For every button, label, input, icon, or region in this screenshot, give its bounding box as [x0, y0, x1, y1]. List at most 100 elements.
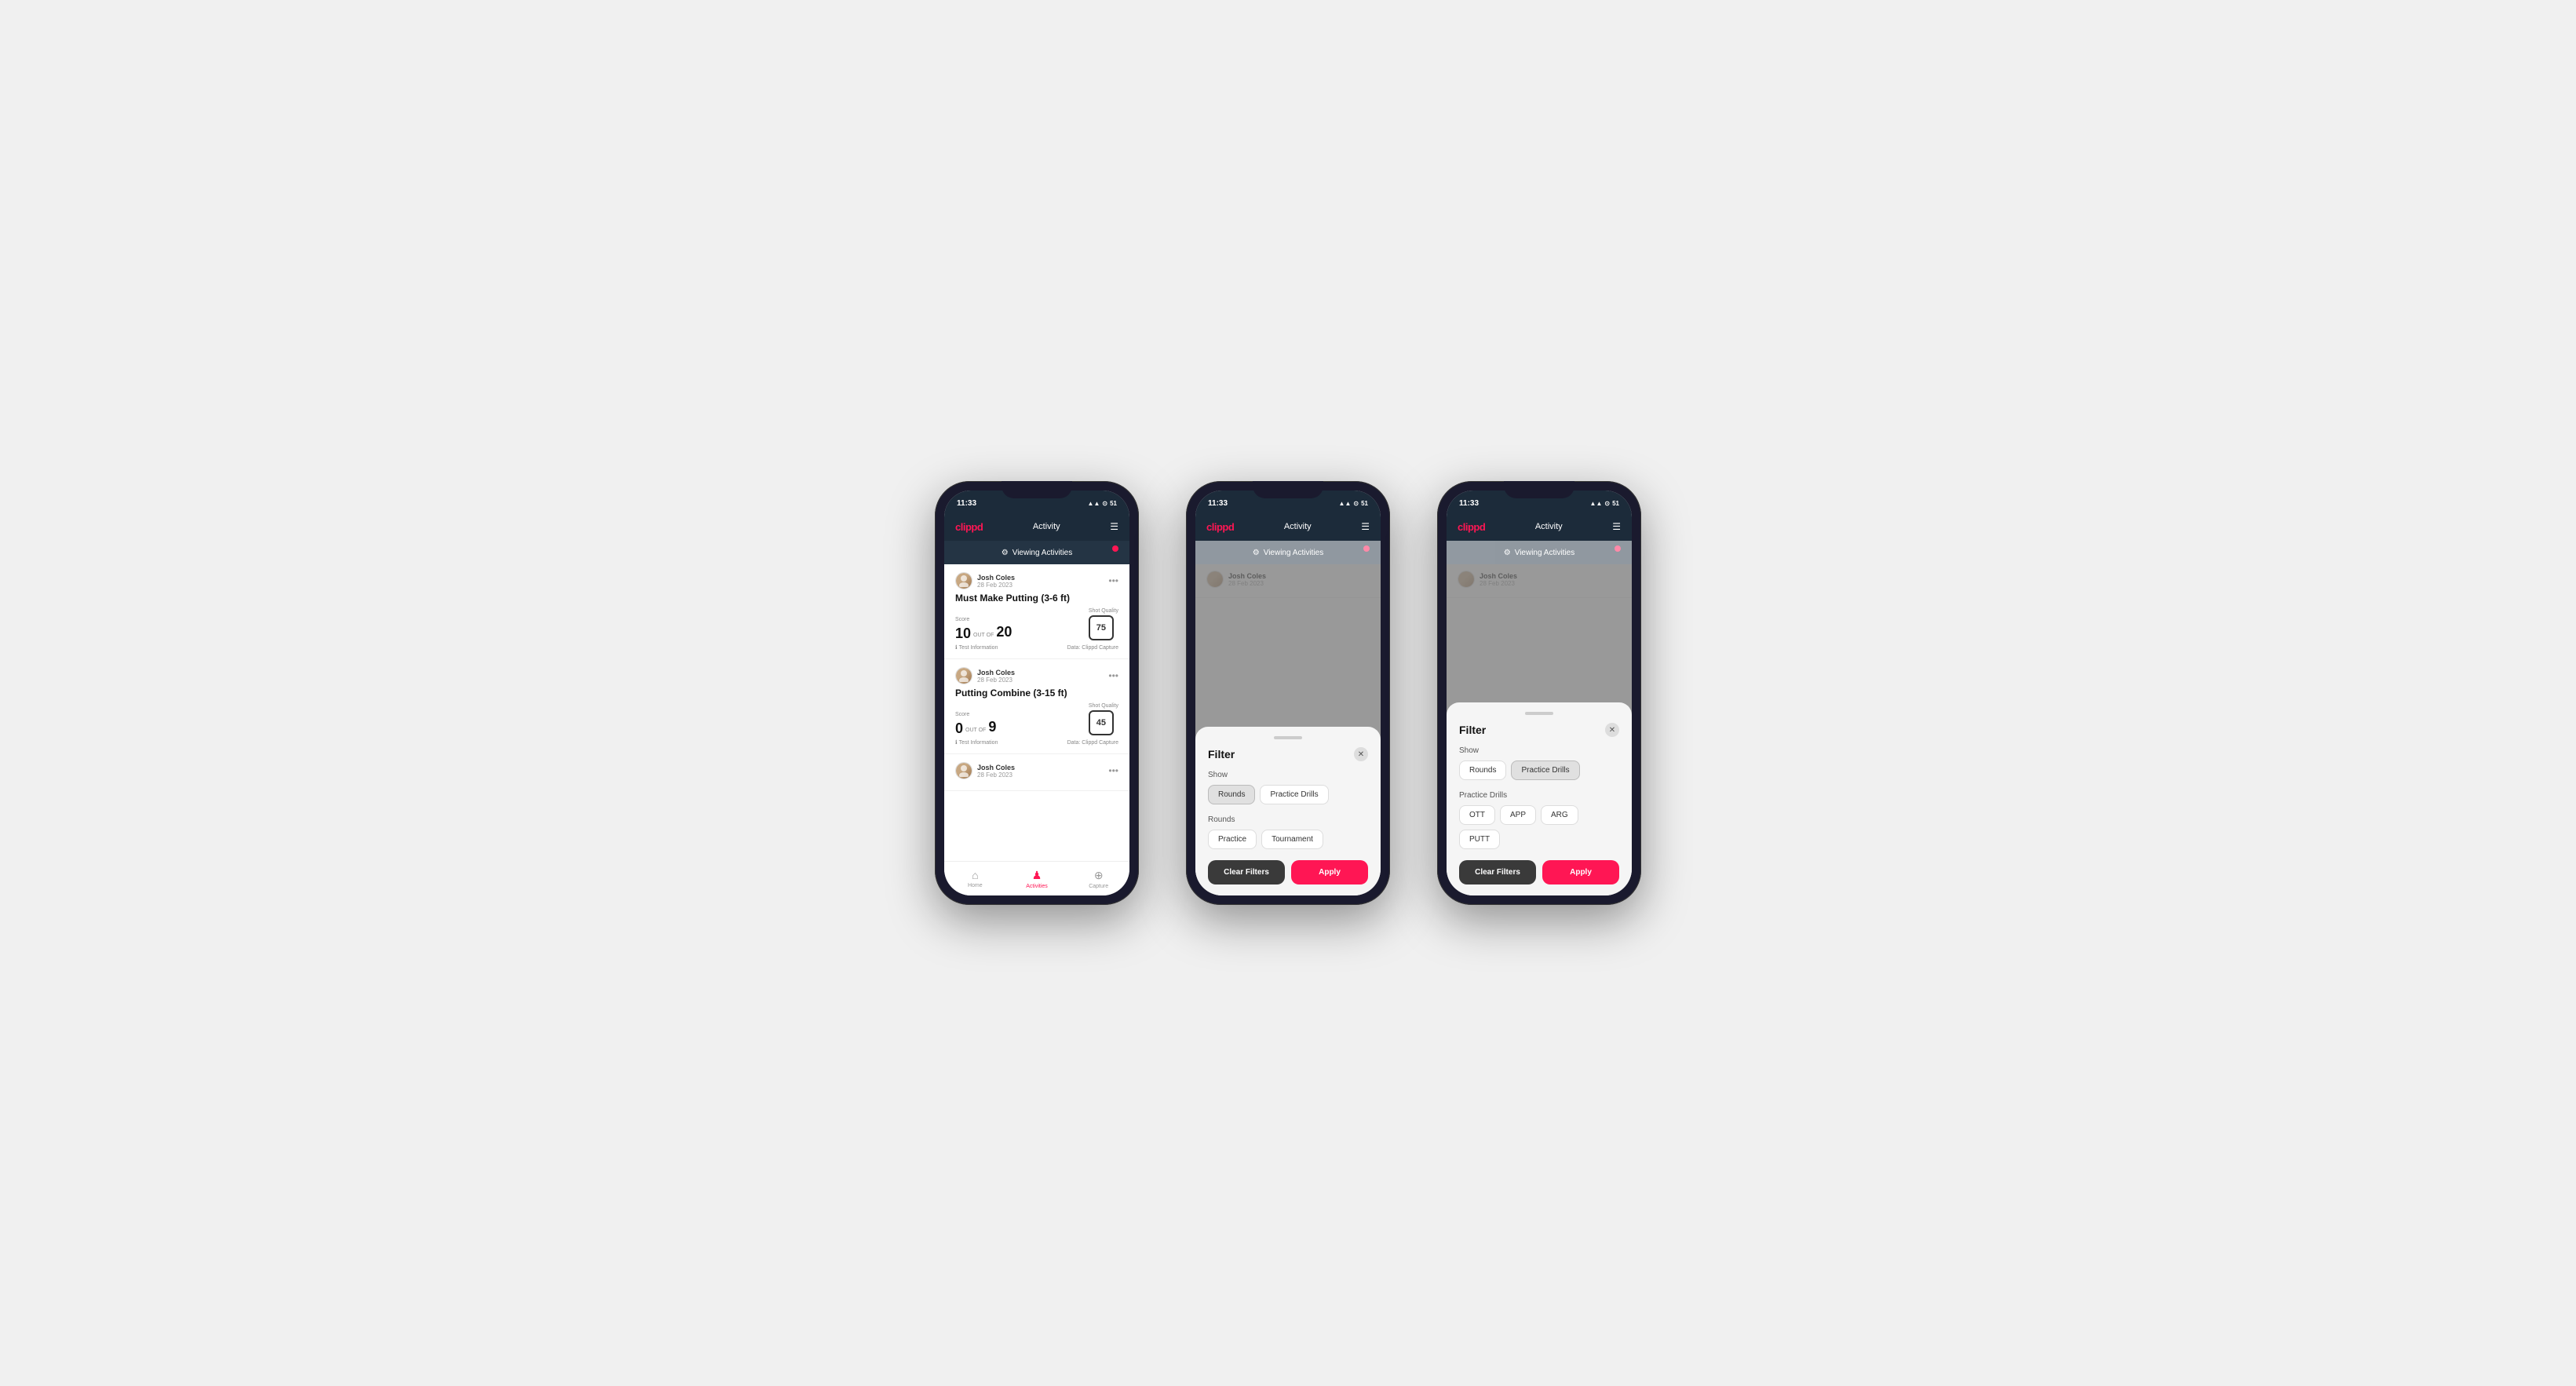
phone-2-screen: 11:33 ▲▲ ⊙ 51 clippd Activity ☰ ⚙ Viewin…: [1195, 491, 1381, 895]
shot-quality-label-1: Shot Quality: [1089, 608, 1118, 614]
show-label-2: Show: [1208, 771, 1368, 779]
apply-btn-2[interactable]: Apply: [1291, 860, 1368, 884]
data-source-1: Data: Clippd Capture: [1067, 644, 1118, 651]
data-label-1: ℹ Test Information: [955, 644, 998, 651]
shot-quality-block-1: Shot Quality 75: [1089, 608, 1118, 640]
avatar-img-2: [956, 668, 972, 684]
filter-icon-3: ⚙: [1504, 549, 1511, 557]
user-date-1: 28 Feb 2023: [977, 582, 1015, 589]
user-info-3: Josh Coles 28 Feb 2023: [955, 762, 1015, 779]
phone-3-screen: 11:33 ▲▲ ⊙ 51 clippd Activity ☰ ⚙ Viewin…: [1447, 491, 1632, 895]
shot-quality-badge-2: 45: [1089, 710, 1114, 735]
nav-title-3: Activity: [1535, 522, 1563, 531]
nav-header-1: clippd Activity ☰: [944, 512, 1129, 541]
more-dots-3[interactable]: •••: [1108, 765, 1118, 776]
practice-drills-tab-2[interactable]: Practice Drills: [1260, 785, 1328, 804]
user-name-3: Josh Coles: [977, 764, 1015, 771]
logo-2: clippd: [1206, 521, 1234, 533]
more-dots-1[interactable]: •••: [1108, 575, 1118, 586]
nav-title-2: Activity: [1284, 522, 1312, 531]
filter-modal-3: Filter ✕ Show Rounds Practice Drills Pra…: [1447, 702, 1632, 895]
red-dot-3: [1615, 545, 1621, 552]
viewing-label-1: Viewing Activities: [1013, 549, 1073, 557]
signal-icon-3: ▲▲: [1590, 500, 1603, 507]
user-name-2: Josh Coles: [977, 669, 1015, 677]
shot-quality-label-2: Shot Quality: [1089, 703, 1118, 709]
rounds-section-label-2: Rounds: [1208, 815, 1368, 824]
activities-label-1: Activities: [1026, 884, 1048, 889]
menu-icon-1[interactable]: ☰: [1110, 521, 1118, 532]
rounds-tab-2[interactable]: Rounds: [1208, 785, 1255, 804]
viewing-bar-1[interactable]: ⚙ Viewing Activities: [944, 541, 1129, 564]
status-time-1: 11:33: [957, 499, 976, 508]
logo-1: clippd: [955, 521, 983, 533]
rounds-tab-3[interactable]: Rounds: [1459, 760, 1506, 780]
avatar-3: [955, 762, 972, 779]
wifi-icon-2: ⊙: [1353, 500, 1359, 507]
nav-capture-1[interactable]: ⊕ Capture: [1067, 862, 1129, 895]
more-dots-2[interactable]: •••: [1108, 670, 1118, 681]
status-icons-1: ▲▲ ⊙ 51: [1088, 500, 1117, 507]
activity-user-3: Josh Coles 28 Feb 2023 •••: [955, 762, 1118, 779]
practice-btn-2[interactable]: Practice: [1208, 830, 1257, 849]
shots-value-2: 9: [988, 719, 996, 735]
modal-overlay-2: Filter ✕ Show Rounds Practice Drills Rou…: [1195, 564, 1381, 895]
avatar-1: [955, 572, 972, 589]
status-time-2: 11:33: [1208, 499, 1228, 508]
bottom-nav-1: ⌂ Home ♟ Activities ⊕ Capture: [944, 861, 1129, 895]
clear-filters-btn-2[interactable]: Clear Filters: [1208, 860, 1285, 884]
logo-3: clippd: [1458, 521, 1485, 533]
modal-close-3[interactable]: ✕: [1605, 723, 1619, 737]
nav-activities-1[interactable]: ♟ Activities: [1006, 862, 1068, 895]
activities-icon-1: ♟: [1032, 869, 1042, 882]
modal-close-2[interactable]: ✕: [1354, 747, 1368, 761]
practice-drills-section-label-3: Practice Drills: [1459, 791, 1619, 800]
menu-icon-2[interactable]: ☰: [1361, 521, 1370, 532]
avatar-2: [955, 667, 972, 684]
app-btn-3[interactable]: APP: [1500, 805, 1536, 825]
notch: [1002, 481, 1072, 498]
stats-row-2: Score 0 OUT OF 9 Shot Quality 45: [955, 703, 1118, 735]
apply-btn-3[interactable]: Apply: [1542, 860, 1619, 884]
nav-home-1[interactable]: ⌂ Home: [944, 862, 1006, 895]
arg-btn-3[interactable]: ARG: [1541, 805, 1578, 825]
ott-btn-3[interactable]: OTT: [1459, 805, 1495, 825]
out-of-2: OUT OF: [965, 728, 986, 733]
activity-title-1: Must Make Putting (3-6 ft): [955, 593, 1118, 604]
shots-value-1: 20: [996, 624, 1012, 640]
tournament-btn-2[interactable]: Tournament: [1261, 830, 1323, 849]
nav-header-3: clippd Activity ☰: [1447, 512, 1632, 541]
nav-header-2: clippd Activity ☰: [1195, 512, 1381, 541]
user-info-2: Josh Coles 28 Feb 2023: [955, 667, 1015, 684]
clear-filters-btn-3[interactable]: Clear Filters: [1459, 860, 1536, 884]
score-block-1: Score 10 OUT OF 20: [955, 617, 1081, 640]
status-icons-3: ▲▲ ⊙ 51: [1590, 500, 1619, 507]
score-value-2: 0: [955, 721, 963, 735]
shot-quality-block-2: Shot Quality 45: [1089, 703, 1118, 735]
drill-buttons-3: OTT APP ARG PUTT: [1459, 805, 1619, 849]
phone-1-screen: 11:33 ▲▲ ⊙ 51 clippd Activity ☰ ⚙ Viewin…: [944, 491, 1129, 895]
signal-icon: ▲▲: [1088, 500, 1100, 507]
notch-2: [1253, 481, 1323, 498]
user-text-1: Josh Coles 28 Feb 2023: [977, 574, 1015, 589]
activity-item-1: Josh Coles 28 Feb 2023 ••• Must Make Put…: [944, 564, 1129, 659]
phone-2: 11:33 ▲▲ ⊙ 51 clippd Activity ☰ ⚙ Viewin…: [1186, 481, 1390, 905]
menu-icon-3[interactable]: ☰: [1612, 521, 1621, 532]
show-buttons-2: Rounds Practice Drills: [1208, 785, 1368, 804]
viewing-label-3: Viewing Activities: [1515, 549, 1575, 557]
putt-btn-3[interactable]: PUTT: [1459, 830, 1500, 849]
user-text-2: Josh Coles 28 Feb 2023: [977, 669, 1015, 684]
viewing-bar-3: ⚙ Viewing Activities: [1447, 541, 1632, 564]
activity-item-2: Josh Coles 28 Feb 2023 ••• Putting Combi…: [944, 659, 1129, 754]
avatar-img-3: [956, 763, 972, 779]
user-text-3: Josh Coles 28 Feb 2023: [977, 764, 1015, 779]
modal-title-3: Filter: [1459, 724, 1486, 736]
activity-list-1: Josh Coles 28 Feb 2023 ••• Must Make Put…: [944, 564, 1129, 861]
modal-handle-3: [1525, 712, 1553, 715]
phone-1: 11:33 ▲▲ ⊙ 51 clippd Activity ☰ ⚙ Viewin…: [935, 481, 1139, 905]
signal-icon-2: ▲▲: [1339, 500, 1352, 507]
data-source-2: Data: Clippd Capture: [1067, 739, 1118, 746]
practice-drills-tab-3[interactable]: Practice Drills: [1511, 760, 1579, 780]
modal-overlay-3: Filter ✕ Show Rounds Practice Drills Pra…: [1447, 564, 1632, 895]
show-buttons-3: Rounds Practice Drills: [1459, 760, 1619, 780]
